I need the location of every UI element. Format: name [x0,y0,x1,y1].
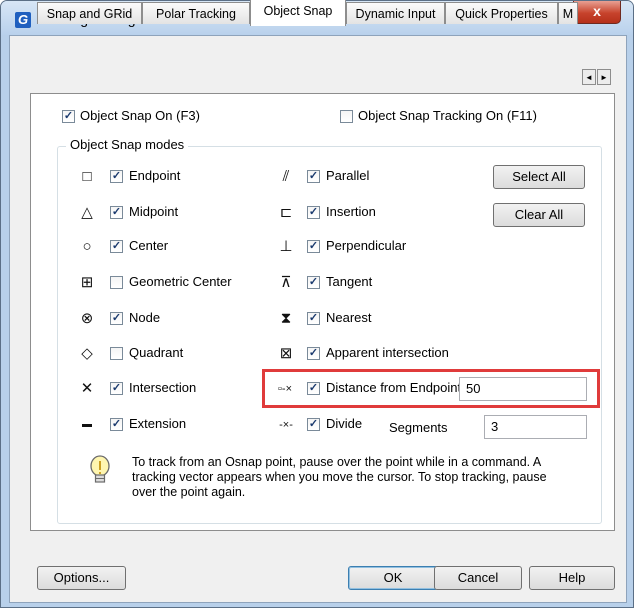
parallel-icon: ⫽ [282,168,290,185]
endpoint-label: Endpoint [129,168,181,183]
options-button[interactable]: Options... [37,566,126,590]
parallel-label: Parallel [326,168,370,183]
nearest-checkbox[interactable]: ✓ [307,312,320,325]
tab-dynamic-input[interactable]: Dynamic Input [346,2,445,24]
cancel-button[interactable]: Cancel [434,566,522,590]
quadrant-label: Quadrant [129,345,184,360]
node-icon: ⊗ [80,310,94,327]
tab-more[interactable]: M [558,2,578,24]
highlight-box [262,369,600,408]
object-snap-tracking-checkbox[interactable] [340,110,353,123]
tangent-icon: ⊼ [280,274,292,291]
extension-checkbox[interactable]: ✓ [110,418,123,431]
object-snap-on-label: Object Snap On (F3) [80,108,200,123]
apparent-intersection-label: Apparent intersection [326,345,449,360]
insertion-checkbox[interactable]: ✓ [307,206,320,219]
tangent-label: Tangent [326,274,373,289]
center-label: Center [129,238,169,253]
nearest-label: Nearest [326,310,372,325]
segments-field[interactable]: 3 [484,415,587,439]
app-icon: G [15,12,31,28]
center-icon: ○ [82,238,92,255]
perpendicular-icon: ⊥ [279,238,293,255]
geometric-center-icon: ⊞ [80,274,94,291]
object-snap-modes-label: Object Snap modes [66,137,189,152]
tangent-checkbox[interactable]: ✓ [307,276,320,289]
object-snap-on-checkbox[interactable]: ✓ [62,110,75,123]
apparent-intersection-checkbox[interactable]: ✓ [307,347,320,360]
parallel-checkbox[interactable]: ✓ [307,170,320,183]
node-label: Node [129,310,161,325]
nearest-icon: ⧗ [280,310,292,327]
divide-label: Divide [326,416,363,431]
tab-scroll-right-icon[interactable]: ► [597,69,611,85]
intersection-label: Intersection [129,380,197,395]
insertion-label: Insertion [326,204,376,219]
divide-checkbox[interactable]: ✓ [307,418,320,431]
apparent-intersection-icon: ⊠ [279,345,293,362]
endpoint-checkbox[interactable]: ✓ [110,170,123,183]
midpoint-label: Midpoint [129,204,179,219]
clear-all-button[interactable]: Clear All [493,203,585,227]
endpoint-icon: □ [82,168,92,185]
quadrant-checkbox[interactable] [110,347,123,360]
tab-scroll-left-icon[interactable]: ◄ [582,69,596,85]
ok-button[interactable]: OK [348,566,438,590]
center-checkbox[interactable]: ✓ [110,240,123,253]
geometric-center-checkbox[interactable] [110,276,123,289]
midpoint-icon: △ [81,204,93,221]
node-checkbox[interactable]: ✓ [110,312,123,325]
close-button[interactable]: x [573,1,621,24]
lightbulb-icon [90,455,110,483]
intersection-icon: ✕ [80,380,94,397]
divide-icon: -×- [279,419,293,431]
extension-icon: ▬ [82,419,92,430]
quadrant-icon: ◇ [81,345,93,362]
geometric-center-label: Geometric Center [129,274,232,289]
midpoint-checkbox[interactable]: ✓ [110,206,123,219]
tip-text: To track from an Osnap point, pause over… [132,455,547,499]
tab-quick-properties[interactable]: Quick Properties [445,2,558,24]
perpendicular-checkbox[interactable]: ✓ [307,240,320,253]
extension-label: Extension [129,416,187,431]
segments-label: Segments [389,420,448,435]
intersection-checkbox[interactable]: ✓ [110,382,123,395]
select-all-button[interactable]: Select All [493,165,585,189]
perpendicular-label: Perpendicular [326,238,407,253]
tab-object-snap[interactable]: Object Snap [250,0,346,26]
insertion-icon: ⊏ [279,204,293,221]
tab-snap-and-grid[interactable]: Snap and GRid [37,2,142,24]
help-button[interactable]: Help [529,566,615,590]
tab-polar-tracking[interactable]: Polar Tracking [142,2,250,24]
object-snap-tracking-label: Object Snap Tracking On (F11) [358,108,537,123]
